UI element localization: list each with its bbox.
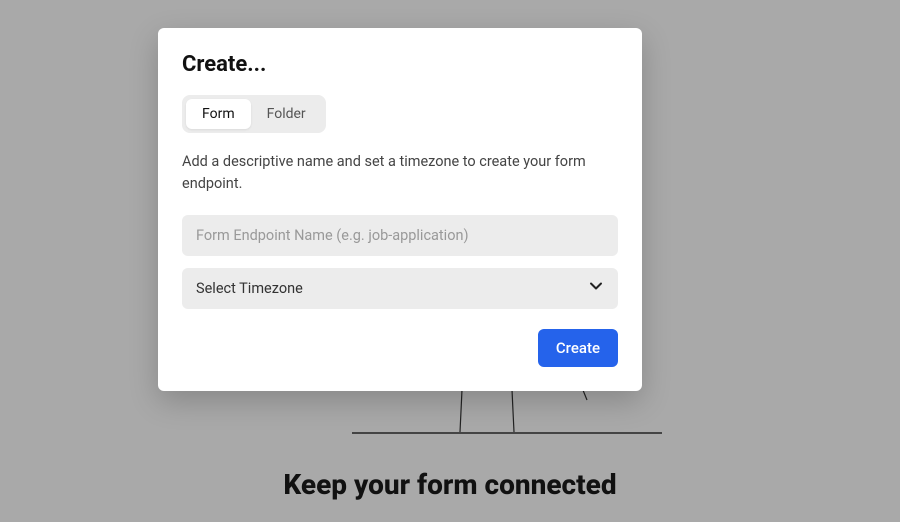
modal-actions: Create bbox=[182, 329, 618, 367]
tab-form[interactable]: Form bbox=[186, 99, 251, 129]
modal-title: Create... bbox=[182, 52, 618, 77]
modal-description: Add a descriptive name and set a timezon… bbox=[182, 151, 618, 195]
create-modal: Create... Form Folder Add a descriptive … bbox=[158, 28, 642, 391]
create-button[interactable]: Create bbox=[538, 329, 618, 367]
timezone-select[interactable]: Select Timezone bbox=[182, 268, 618, 309]
create-type-tabs: Form Folder bbox=[182, 95, 326, 133]
tab-folder[interactable]: Folder bbox=[251, 99, 322, 129]
endpoint-name-input[interactable] bbox=[182, 215, 618, 256]
background-headline: Keep your form connected bbox=[0, 468, 900, 501]
timezone-select-wrapper: Select Timezone bbox=[182, 268, 618, 309]
